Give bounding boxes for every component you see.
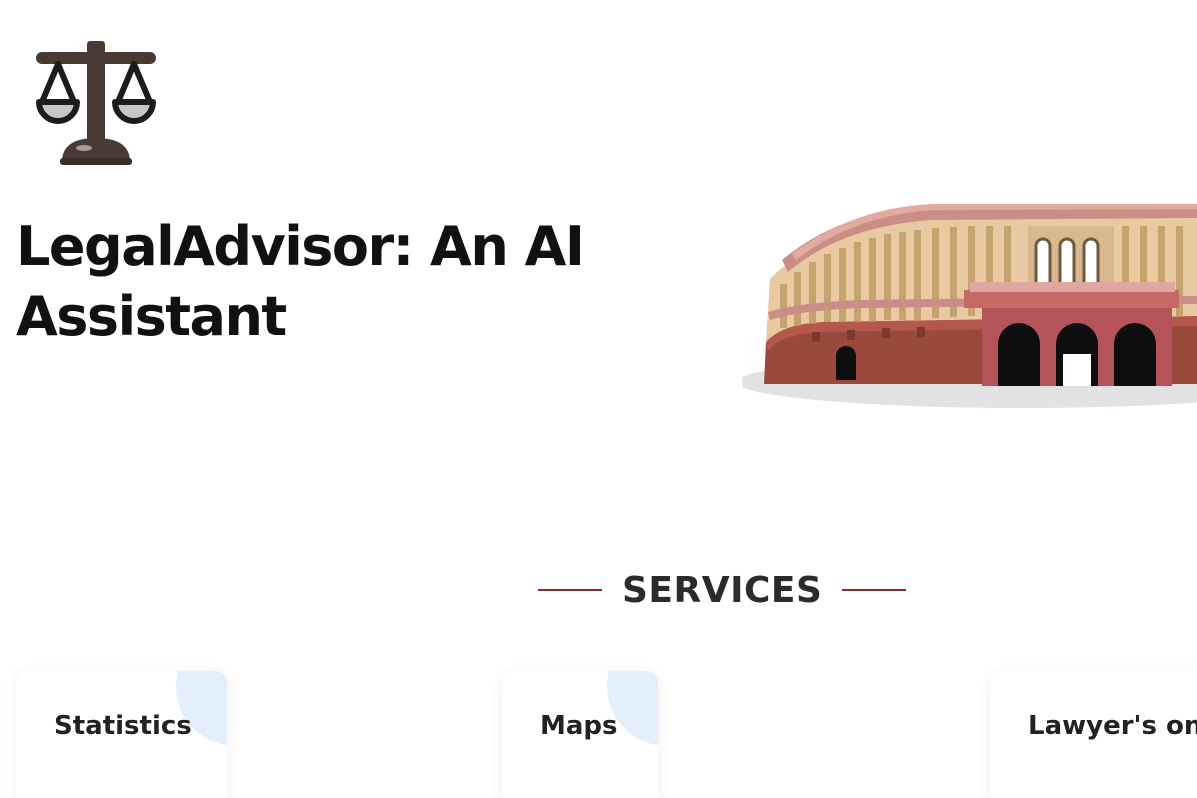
parliament-building-illustration	[742, 204, 1197, 408]
heading-divider-right	[842, 589, 907, 591]
service-card-statistics[interactable]: Statistics	[16, 671, 227, 798]
service-card-label: Lawyer's on	[1028, 711, 1197, 741]
service-card-label: Maps	[540, 711, 618, 741]
hero-title: LegalAdvisor: An AI Assistant	[16, 215, 585, 348]
services-heading: SERVICES	[538, 566, 907, 614]
service-card-maps[interactable]: Maps	[502, 671, 658, 798]
service-card-lawyers[interactable]: Lawyer's on	[990, 671, 1197, 798]
services-title: SERVICES	[622, 569, 823, 611]
service-card-label: Statistics	[54, 711, 192, 741]
heading-divider-left	[538, 589, 602, 591]
landing-page: LegalAdvisor: An AI Assistant SERVICES S…	[0, 0, 1197, 798]
scales-of-justice-icon	[36, 41, 156, 165]
